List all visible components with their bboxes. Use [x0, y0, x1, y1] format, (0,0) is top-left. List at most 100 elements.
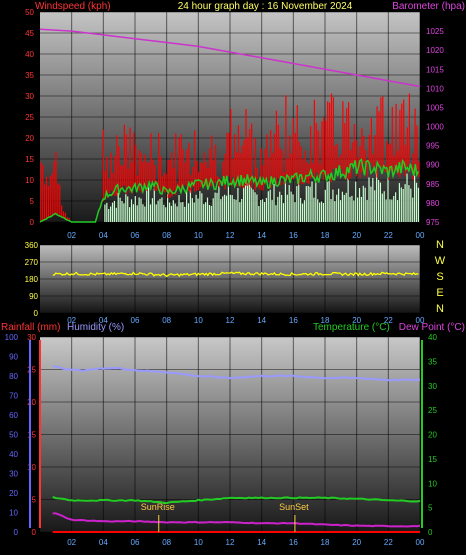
- hour-tick: 14: [257, 538, 266, 547]
- hour-tick: 14: [257, 316, 266, 325]
- barometer-tick: 980: [426, 199, 440, 208]
- sunset-label: SunSet: [279, 502, 309, 512]
- windspeed-tick: 10: [25, 176, 34, 185]
- hour-tick: 08: [162, 316, 171, 325]
- rainfall-tick: 0: [32, 528, 37, 537]
- temperature-tick: 10: [428, 479, 437, 488]
- barometer-axis-title: Barometer (hpa): [392, 1, 465, 12]
- temperature-tick: 5: [428, 504, 433, 513]
- compass-label: E: [436, 287, 443, 299]
- temperature-tick: 25: [428, 406, 437, 415]
- hour-tick: 02: [67, 231, 76, 240]
- barometer-tick: 1025: [426, 27, 444, 36]
- hour-tick: 16: [289, 231, 298, 240]
- weather-graph: Windspeed (kph) 24 hour graph day : 16 N…: [1, 1, 465, 547]
- wind-hour-labels: 02 04 06 08 10 12 14 16 18 20 22 00: [67, 231, 425, 240]
- hour-tick: 20: [352, 538, 361, 547]
- compass-label: S: [436, 271, 443, 283]
- humidity-tick: 50: [9, 431, 18, 440]
- humidity-tick: 40: [9, 450, 18, 459]
- sunrise-label: SunRise: [141, 502, 175, 512]
- humidity-tick: 10: [9, 509, 18, 518]
- temperature-tick: 0: [428, 528, 433, 537]
- direction-compass-labels: NWSEN: [435, 239, 446, 315]
- hour-tick: 06: [131, 231, 140, 240]
- temperature-tick: 15: [428, 455, 437, 464]
- humidity-tick: 80: [9, 372, 18, 381]
- barometer-tick: 1020: [426, 46, 444, 55]
- hour-tick: 08: [162, 538, 171, 547]
- rainfall-tick: 25: [27, 366, 36, 375]
- humidity-tick: 70: [9, 392, 18, 401]
- hour-tick: 22: [384, 231, 393, 240]
- barometer-tick: 1000: [426, 123, 444, 132]
- windspeed-tick: 35: [25, 71, 34, 80]
- windspeed-tick: 5: [30, 197, 35, 206]
- barometer-tick: 1015: [426, 65, 444, 74]
- hour-tick: 06: [131, 538, 140, 547]
- temperature-axis-title: Temperature (°C): [313, 322, 390, 333]
- direction-tick: 270: [25, 258, 39, 267]
- humidity-tick: 0: [14, 528, 19, 537]
- temperature-tick: 20: [428, 431, 437, 440]
- compass-label: N: [436, 303, 444, 315]
- rainfall-axis-title: Rainfall (mm): [1, 322, 60, 333]
- hour-tick: 06: [131, 316, 140, 325]
- hour-tick: 16: [289, 538, 298, 547]
- compass-label: N: [436, 239, 444, 251]
- rainfall-tick: 20: [27, 398, 36, 407]
- hour-tick: 08: [162, 231, 171, 240]
- barometer-tick: 985: [426, 180, 440, 189]
- temperature-tick: 30: [428, 382, 437, 391]
- hour-tick: 12: [226, 231, 235, 240]
- hour-tick: 00: [416, 538, 425, 547]
- rainfall-tick: 30: [27, 333, 36, 342]
- hour-tick: 22: [384, 538, 393, 547]
- windspeed-axis-title: Windspeed (kph): [35, 1, 111, 12]
- windspeed-tick: 25: [25, 113, 34, 122]
- hour-tick: 10: [194, 538, 203, 547]
- temperature-hour-labels: 02 04 06 08 10 12 14 16 18 20 22 00: [67, 538, 425, 547]
- direction-tick: 90: [29, 292, 38, 301]
- hour-tick: 02: [67, 538, 76, 547]
- temperature-tick: 40: [428, 333, 437, 342]
- humidity-tick: 100: [5, 333, 19, 342]
- humidity-axis-title: Humidity (%): [67, 322, 124, 333]
- windspeed-tick: 20: [25, 134, 34, 143]
- hour-tick: 10: [194, 316, 203, 325]
- humidity-tick: 90: [9, 353, 18, 362]
- rainfall-tick: 10: [27, 463, 36, 472]
- direction-tick: 360: [25, 241, 39, 250]
- hour-tick: 20: [352, 231, 361, 240]
- rainfall-tick-labels: 0 5 10 15 20 25 30: [27, 333, 36, 537]
- barometer-tick-labels: 975 980 985 990 995 1000 1005 1010 1015 1020 1025: [426, 27, 444, 227]
- chart-title: 24 hour graph day : 16 November 2024: [178, 1, 353, 12]
- barometer-tick: 975: [426, 218, 440, 227]
- hour-tick: 04: [99, 231, 108, 240]
- hour-tick: 12: [226, 538, 235, 547]
- hour-tick: 18: [321, 538, 330, 547]
- windspeed-tick-labels: 0 5 10 15 20 25 30 35 40 45 50: [25, 8, 34, 227]
- barometer-tick: 990: [426, 161, 440, 170]
- windspeed-tick: 0: [30, 218, 35, 227]
- hour-tick: 04: [99, 538, 108, 547]
- rainfall-tick: 5: [32, 496, 37, 505]
- compass-label: W: [435, 255, 446, 267]
- direction-tick: 180: [25, 275, 39, 284]
- barometer-tick: 995: [426, 142, 440, 151]
- windspeed-tick: 15: [25, 155, 34, 164]
- windspeed-tick: 45: [25, 29, 34, 38]
- windspeed-tick: 40: [25, 50, 34, 59]
- humidity-tick: 60: [9, 411, 18, 420]
- hour-tick: 12: [226, 316, 235, 325]
- temperature-tick-labels: 0 5 10 15 20 25 30 35 40: [428, 333, 437, 537]
- temperature-tick: 35: [428, 357, 437, 366]
- hour-tick: 18: [321, 231, 330, 240]
- barometer-tick: 1005: [426, 103, 444, 112]
- humidity-tick: 30: [9, 470, 18, 479]
- humidity-tick-labels: 0 10 20 30 40 50 60 70 80 90 100: [5, 333, 19, 537]
- hour-tick: 14: [257, 231, 266, 240]
- windspeed-tick: 30: [25, 92, 34, 101]
- hour-tick: 00: [416, 231, 425, 240]
- humidity-tick: 20: [9, 489, 18, 498]
